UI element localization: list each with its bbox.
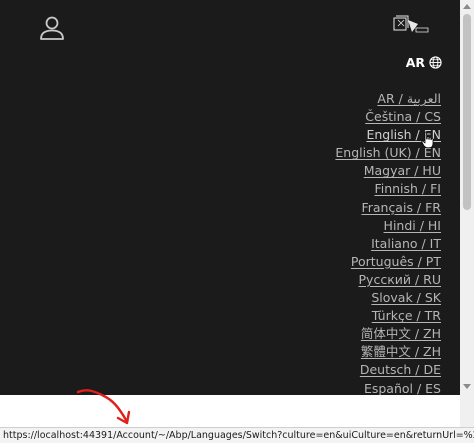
language-link[interactable]: Čeština / CS [365,109,441,124]
scroll-up-icon[interactable] [463,4,471,9]
language-link[interactable]: Português / PT [351,254,441,269]
scroll-down-icon[interactable] [463,384,471,389]
language-item-it: Italiano / IT [335,235,441,253]
language-link[interactable]: Hindi / HI [384,218,441,233]
language-item-ru: Русский / RU [335,271,441,289]
language-item-pt: Português / PT [335,253,441,271]
language-link[interactable]: Deutsch / DE [360,362,441,377]
language-link[interactable]: Magyar / HU [364,163,441,178]
language-link[interactable]: AR / العربية [377,91,441,106]
user-icon[interactable] [38,14,66,42]
language-switcher[interactable]: AR [406,55,442,70]
language-link[interactable]: 繁體中文 / ZH [361,344,441,359]
status-url: https://localhost:44391/Account/~/Abp/La… [3,430,474,441]
language-item-de: Deutsch / DE [335,361,441,379]
globe-icon [429,56,442,69]
language-item-ar: AR / العربية [335,90,441,108]
language-link[interactable]: Italiano / IT [371,236,441,251]
language-link[interactable]: Türkçe / TR [372,308,441,323]
language-item-zh-hans: 简体中文 / ZH [335,325,441,343]
language-link[interactable]: Русский / RU [359,272,441,287]
language-item-fr: Français / FR [335,199,441,217]
language-link[interactable]: Español / ES [364,381,441,396]
browser-status-bar: https://localhost:44391/Account/~/Abp/La… [0,427,474,443]
language-item-zh-hant: 繁體中文 / ZH [335,343,441,361]
current-language: AR [405,55,425,70]
language-item-sk: Slovak / SK [335,289,441,307]
language-link[interactable]: Français / FR [361,200,441,215]
language-item-hu: Magyar / HU [335,162,441,180]
language-link[interactable]: Finnish / FI [374,181,441,196]
app-viewport: AR AR / العربية Čeština / CS English / E… [0,0,474,443]
language-link[interactable]: Slovak / SK [371,290,441,305]
vertical-scrollbar[interactable] [460,0,474,443]
hand-cursor-icon [421,131,434,149]
scroll-thumb[interactable] [463,14,471,210]
language-item-tr: Türkçe / TR [335,307,441,325]
language-item-fi: Finnish / FI [335,180,441,198]
language-link[interactable]: 简体中文 / ZH [361,326,441,341]
red-arrow-annotation-icon [76,389,131,425]
logo-icon[interactable] [392,14,436,40]
language-item-hi: Hindi / HI [335,217,441,235]
language-item-cs: Čeština / CS [335,108,441,126]
